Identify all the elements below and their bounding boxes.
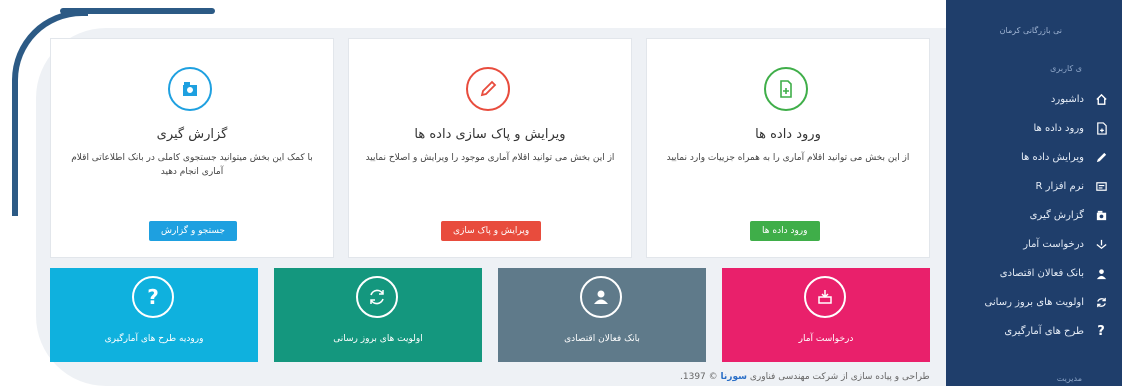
tile-survey-plans[interactable]: ? ورودیه طرح های آمارگیری — [50, 268, 258, 362]
report-icon — [168, 67, 212, 111]
sidebar-item-label: بانک فعالان اقتصادی — [999, 267, 1084, 279]
card-title: ورود داده ها — [755, 127, 821, 142]
decorative-bar-left — [12, 150, 18, 212]
tile-label: ورودیه طرح های آمارگیری — [104, 334, 204, 344]
report-icon — [1094, 208, 1108, 222]
footer-brand-link[interactable]: سورنا — [721, 372, 747, 382]
data-entry-button[interactable]: ورود داده ها — [750, 221, 820, 241]
card-data-entry: ورود داده ها از این بخش می توانید اقلام … — [646, 38, 930, 258]
card-description: با کمک این بخش میتوانید جستجوی کاملی در … — [71, 153, 313, 177]
sidebar-item-survey-plans[interactable]: ? طرح های آمارگیری — [946, 316, 1122, 346]
sidebar-item-economic-bank[interactable]: بانک فعالان اقتصادی — [946, 258, 1122, 288]
sidebar-item-label: داشبورد — [1050, 93, 1084, 105]
sidebar-item-label: نرم افزار R — [1035, 180, 1085, 192]
organization-name: نی بازرگانی کرمان — [999, 26, 1062, 35]
file-add-icon — [1094, 121, 1108, 135]
sidebar-item-reports[interactable]: گزارش گیری — [946, 200, 1122, 230]
footer-copyright: © 1397. — [680, 372, 718, 382]
sidebar-item-label: طرح های آمارگیری — [1004, 325, 1084, 337]
card-description: از این بخش می توانید اقلام آماری موجود ر… — [365, 153, 615, 163]
tile-update-priorities[interactable]: اولویت های بروز رسانی — [274, 268, 482, 362]
users-icon — [580, 276, 622, 318]
software-icon — [1094, 179, 1108, 193]
sidebar-item-data-entry[interactable]: ورود داده ها — [946, 113, 1122, 143]
pencil-icon — [466, 67, 510, 111]
sidebar-item-dashboard[interactable]: داشبورد — [946, 84, 1122, 114]
refresh-icon — [1094, 295, 1108, 309]
sidebar-item-data-edit[interactable]: ویرایش داده ها — [946, 142, 1122, 172]
sidebar-item-label: درخواست آمار — [1023, 238, 1084, 250]
tile-label: اولویت های بروز رسانی — [333, 334, 423, 344]
refresh-icon — [356, 276, 398, 318]
footer-credits: طراحی و پیاده سازی از شرکت مهندسی فناوری… — [680, 372, 930, 382]
file-add-icon — [764, 67, 808, 111]
sidebar: نی بازرگانی کرمان ی کاربری داشبورد ورود … — [946, 0, 1122, 386]
card-title: ویرایش و پاک سازی داده ها — [414, 127, 566, 142]
card-description: از این بخش می توانید اقلام آماری را به ه… — [666, 153, 910, 163]
sidebar-item-label: گزارش گیری — [1029, 209, 1084, 221]
edit-clean-button[interactable]: ویرایش و پاک سازی — [441, 221, 542, 241]
sidebar-item-label: اولویت های بروز رسانی — [984, 296, 1084, 308]
footer-prefix: طراحی و پیاده سازی از شرکت مهندسی فناوری — [749, 372, 930, 382]
sidebar-item-update-priorities[interactable]: اولویت های بروز رسانی — [946, 287, 1122, 317]
tile-economic-bank[interactable]: بانک فعالان اقتصادی — [498, 268, 706, 362]
card-reports: گزارش گیری با کمک این بخش میتوانید جستجو… — [50, 38, 334, 258]
sidebar-item-software-r[interactable]: نرم افزار R — [946, 171, 1122, 201]
sidebar-item-label: ورود داده ها — [1033, 122, 1084, 134]
tile-label: بانک فعالان اقتصادی — [564, 334, 640, 344]
card-title: گزارش گیری — [156, 127, 228, 142]
question-icon: ? — [132, 276, 174, 318]
sidebar-item-label: ویرایش داده ها — [1020, 151, 1084, 163]
tile-label: درخواست آمار — [798, 334, 854, 344]
sidebar-section-admin: مدیریت — [1056, 374, 1082, 383]
pencil-icon — [1094, 150, 1108, 164]
question-icon: ? — [1097, 323, 1105, 339]
card-data-edit: ویرایش و پاک سازی داده ها از این بخش می … — [348, 38, 632, 258]
sidebar-item-stat-request[interactable]: درخواست آمار — [946, 229, 1122, 259]
users-icon — [1094, 266, 1108, 280]
inbox-icon — [804, 276, 846, 318]
home-icon — [1094, 92, 1108, 106]
search-report-button[interactable]: جستجو و گزارش — [149, 221, 237, 241]
inbox-icon — [1094, 237, 1108, 251]
tile-stat-request[interactable]: درخواست آمار — [722, 268, 930, 362]
sidebar-section-user: ی کاربری — [1050, 64, 1082, 73]
